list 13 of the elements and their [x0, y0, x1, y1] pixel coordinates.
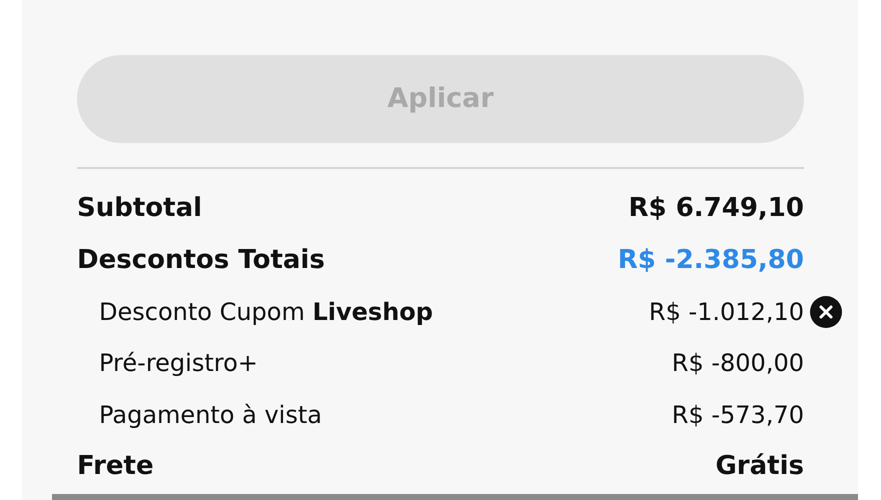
summary-value: R$ -573,70 [672, 400, 804, 431]
summary-value: R$ -2.385,80 [618, 244, 804, 277]
summary-label: Pré-registro+ [99, 348, 258, 380]
summary-label: Descontos Totais [77, 244, 325, 277]
summary-label: Pagamento à vista [99, 400, 322, 431]
summary-label: Frete [77, 450, 154, 483]
summary-label: Desconto Cupom Liveshop [99, 296, 433, 328]
summary-value: R$ -1.012,10 [648, 294, 804, 330]
remove-icon[interactable] [810, 296, 842, 328]
summary-value: R$ 6.749,10 [628, 192, 804, 226]
summary-label: Subtotal [77, 192, 202, 226]
summary-value: Grátis [715, 450, 804, 483]
summary-value: R$ -800,00 [672, 348, 804, 380]
